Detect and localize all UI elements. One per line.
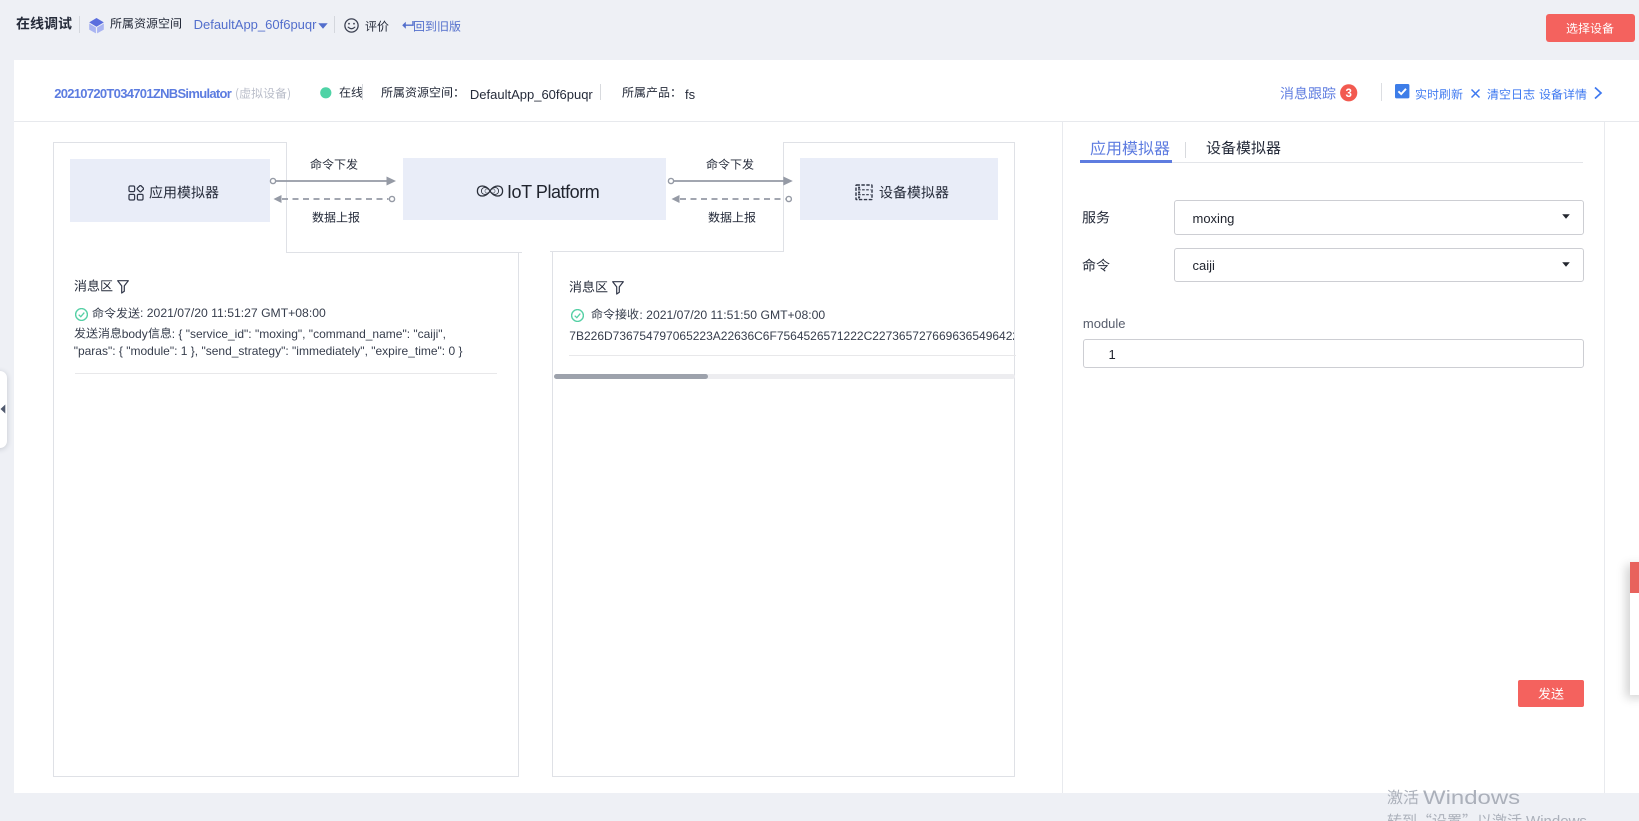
svg-text:3: 3 [1346, 88, 1352, 100]
